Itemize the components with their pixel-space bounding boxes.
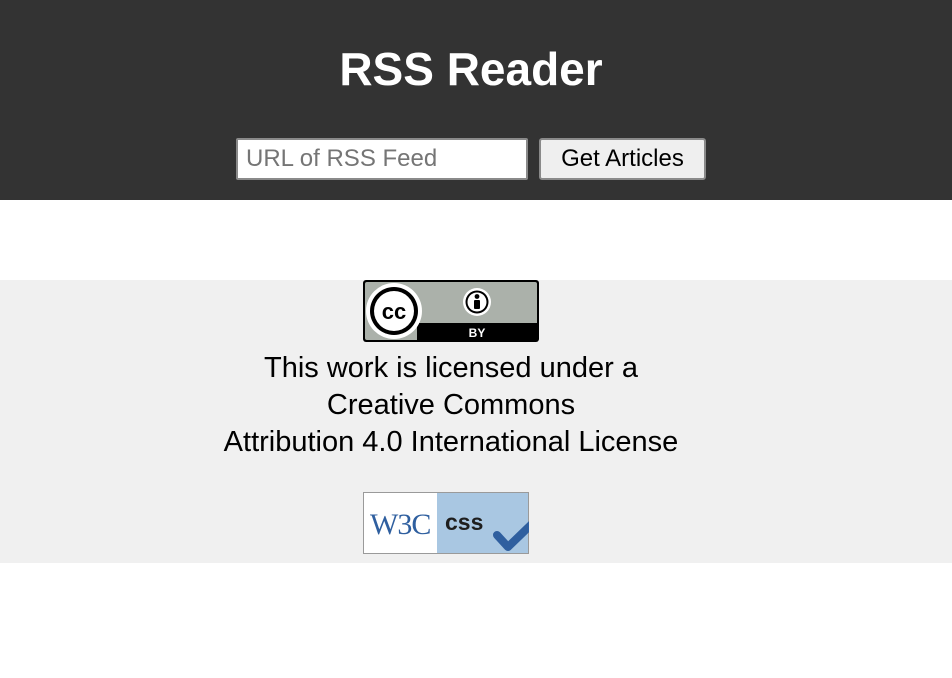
get-articles-button[interactable]: Get Articles — [539, 138, 706, 180]
page-title: RSS Reader — [339, 43, 603, 95]
w3c-logo-text: W3C — [370, 508, 430, 541]
license-line-2[interactable]: Creative Commons — [0, 387, 902, 424]
w3c-css-valid-icon: W3C css — [363, 492, 529, 554]
cc-by-text: BY — [469, 326, 486, 340]
page-footer: BY cc This work is licensed under a Crea… — [0, 280, 952, 563]
css-label-text: css — [445, 509, 483, 535]
cc-by-license-icon: BY cc — [363, 280, 539, 342]
license-line-3[interactable]: Attribution 4.0 International License — [0, 424, 902, 461]
rss-feed-url-input[interactable] — [236, 138, 528, 180]
license-line-1: This work is licensed under a — [264, 352, 638, 384]
license-statement: This work is licensed under a Creative C… — [0, 350, 902, 461]
app-header: RSS Reader Get Articles — [0, 0, 952, 200]
cc-text: cc — [382, 299, 406, 324]
